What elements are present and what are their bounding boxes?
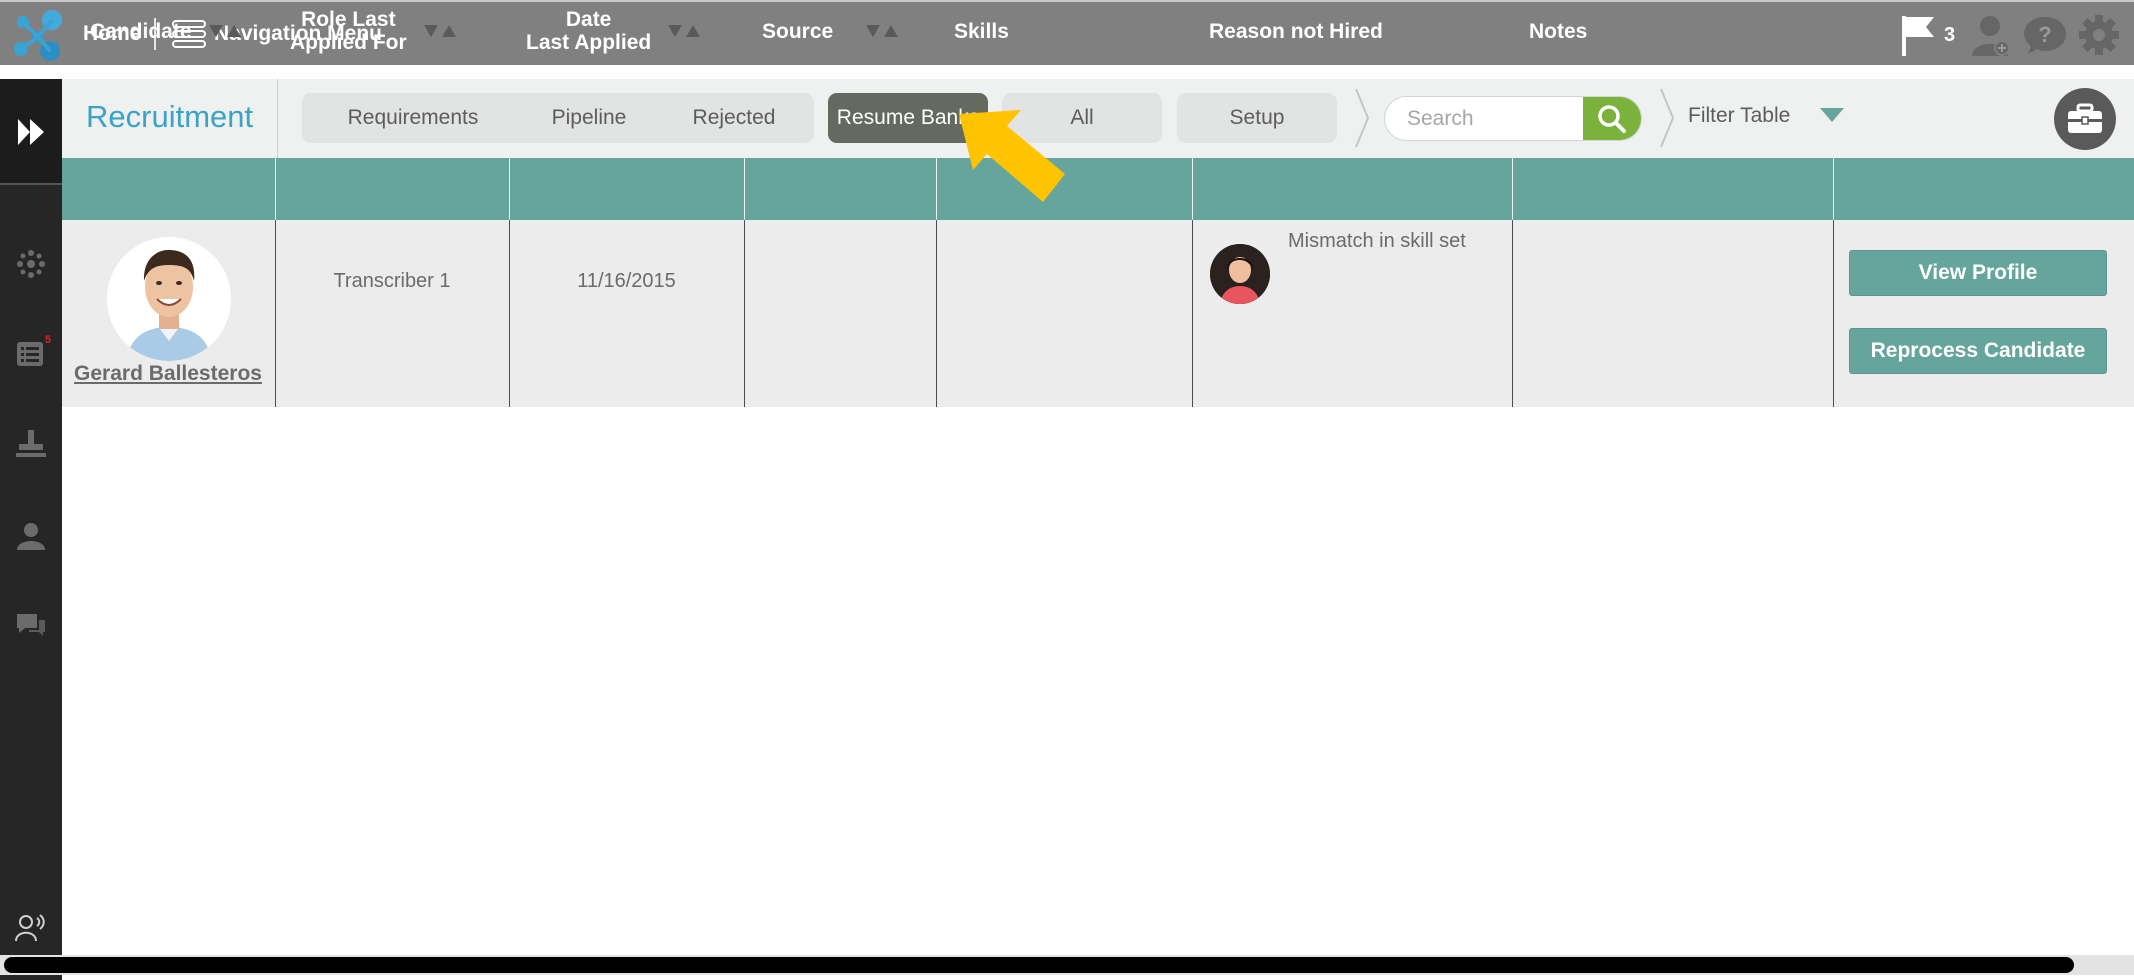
header-divider <box>936 158 937 220</box>
column-divider <box>1192 220 1193 407</box>
column-divider <box>1512 220 1513 407</box>
module-header: Recruitment Requirements Pipeline Reject… <box>62 79 2134 158</box>
list-icon[interactable] <box>15 338 47 370</box>
list-badge: 5 <box>45 334 52 346</box>
column-divider <box>936 220 937 407</box>
chevron-divider-icon <box>1660 88 1675 148</box>
flag-icon <box>1902 16 1934 56</box>
network-icon[interactable] <box>15 248 47 280</box>
horizontal-scrollbar-thumb[interactable] <box>4 957 2074 973</box>
header-divider <box>1192 158 1193 220</box>
reprocess-candidate-button[interactable]: Reprocess Candidate <box>1849 328 2107 374</box>
user-add-icon[interactable] <box>1968 14 2014 56</box>
column-divider <box>509 220 510 407</box>
search-button[interactable] <box>1583 97 1641 140</box>
column-label: Source <box>762 19 834 43</box>
logo-icon[interactable] <box>12 8 68 62</box>
sort-icon[interactable] <box>208 23 244 39</box>
person-icon[interactable] <box>15 520 47 552</box>
column-label: Candidate <box>90 19 192 43</box>
reviewer-avatar[interactable] <box>1210 244 1270 304</box>
column-divider <box>744 220 745 407</box>
column-label: Date Last Applied <box>526 8 651 54</box>
search-icon <box>1598 104 1626 133</box>
role-cell: Transcriber 1 <box>333 270 451 292</box>
chevron-divider-icon <box>1355 88 1370 148</box>
column-header-date[interactable]: Date Last Applied <box>526 0 703 62</box>
sort-icon[interactable] <box>423 23 459 39</box>
column-header-source[interactable]: Source <box>762 0 901 62</box>
reviewer-photo <box>1210 244 1270 304</box>
pointer-arrow-icon <box>959 110 1065 202</box>
chat-icon[interactable] <box>15 608 47 640</box>
view-profile-button[interactable]: View Profile <box>1849 250 2107 296</box>
column-header-notes[interactable]: Notes <box>1529 0 1587 62</box>
header-divider <box>744 158 745 220</box>
tab-setup[interactable]: Setup <box>1177 93 1337 143</box>
tab-rejected[interactable]: Rejected <box>654 93 814 143</box>
flag-count: 3 <box>1944 24 1956 46</box>
header-divider <box>1512 158 1513 220</box>
column-label-line2: Last Applied <box>526 31 652 54</box>
column-label: Reason not Hired <box>1209 19 1383 43</box>
header-divider <box>509 158 510 220</box>
header-divider <box>1833 158 1834 220</box>
stamp-icon[interactable] <box>15 428 47 460</box>
search-box <box>1384 96 1642 141</box>
search-input[interactable] <box>1385 97 1585 140</box>
candidate-avatar[interactable] <box>107 237 231 361</box>
sort-icon[interactable] <box>865 23 901 39</box>
column-header-candidate[interactable]: Candidate <box>90 0 244 62</box>
briefcase-icon <box>2068 103 2102 133</box>
reason-cell: Mismatch in skill set <box>1288 230 1466 252</box>
date-cell: 11/16/2015 <box>577 270 676 292</box>
chevron-down-icon[interactable] <box>1819 107 1845 123</box>
assistant-icon[interactable] <box>15 910 47 942</box>
candidate-name-link[interactable]: Gerard Ballesteros <box>62 362 274 386</box>
expand-icon <box>18 119 44 145</box>
column-header-reason-not-hired[interactable]: Reason not Hired <box>1209 0 1383 62</box>
column-label-line2: Applied For <box>290 31 407 54</box>
header-divider <box>275 158 276 220</box>
header-divider <box>277 79 278 158</box>
column-label-line1: Role Last <box>301 8 396 31</box>
notifications-flag[interactable]: 3 <box>1900 14 1955 56</box>
table-row <box>62 220 2134 407</box>
table-header <box>62 158 2134 220</box>
column-label-line1: Date <box>565 8 612 31</box>
briefcase-button[interactable] <box>2054 88 2116 150</box>
filter-table-label[interactable]: Filter Table <box>1688 104 1790 128</box>
candidate-photo <box>107 237 231 361</box>
svg-text:?: ? <box>2038 22 2051 47</box>
gear-icon[interactable] <box>2076 14 2122 56</box>
help-icon[interactable]: ? <box>2022 14 2068 56</box>
sort-icon[interactable] <box>667 23 703 39</box>
column-header-role[interactable]: Role Last Applied For <box>290 0 459 62</box>
column-label: Notes <box>1529 19 1588 43</box>
page-title: Recruitment <box>86 99 254 134</box>
column-label: Role Last Applied For <box>290 8 407 54</box>
column-header-skills[interactable]: Skills <box>954 0 1009 62</box>
column-divider <box>1833 220 1834 407</box>
column-divider <box>275 220 276 407</box>
sidebar-toggle[interactable] <box>0 79 62 185</box>
column-label: Skills <box>954 19 1009 43</box>
